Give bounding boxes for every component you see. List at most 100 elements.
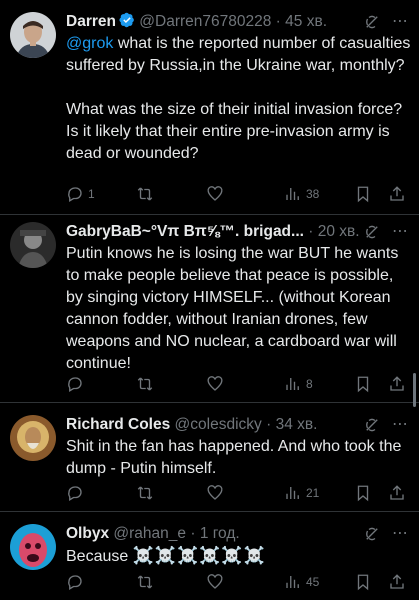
like-icon [207, 485, 223, 500]
view-count: 8 [306, 377, 313, 391]
tweet-gabrybab[interactable]: GabryBaB~°Vπ Bπ⅝™. brigad... · 20 хв. ⋯ … [0, 215, 419, 402]
views-button[interactable]: 45 [284, 572, 319, 592]
retweet-icon [137, 486, 153, 500]
grok-icon[interactable] [363, 223, 381, 241]
tweet-actions: 45 [66, 572, 409, 592]
share-button[interactable] [388, 483, 406, 503]
avatar[interactable] [10, 12, 56, 58]
share-button[interactable] [388, 374, 406, 394]
tweet-text: Shit in the fan has happened. And who to… [66, 438, 406, 477]
verified-badge-icon [119, 12, 134, 28]
tweet-timestamp[interactable]: 45 хв. [285, 13, 327, 30]
tweet-actions: 21 [66, 483, 409, 503]
reply-button[interactable] [66, 572, 84, 592]
view-count: 38 [306, 187, 320, 201]
more-icon[interactable]: ⋯ [391, 13, 409, 31]
share-button[interactable] [388, 572, 406, 592]
reply-icon [68, 486, 82, 501]
avatar[interactable] [10, 524, 56, 570]
bookmark-button[interactable] [354, 483, 372, 503]
author-name[interactable]: GabryBaB~°Vπ Bπ⅝™. brigad... [66, 223, 304, 240]
tweet-timestamp[interactable]: 1 год. [200, 525, 240, 542]
author-handle[interactable]: @rahan_e [113, 525, 186, 542]
tweet-text: Because ☠️☠️☠️☠️☠️☠️ [66, 545, 411, 568]
like-button[interactable] [206, 184, 224, 204]
share-icon [390, 485, 404, 500]
author-handle[interactable]: @colesdicky [175, 416, 262, 433]
bookmark-icon [357, 485, 369, 502]
grok-icon[interactable] [363, 416, 381, 434]
skull-emoji: ☠️☠️☠️☠️☠️☠️ [132, 546, 266, 565]
author-handle[interactable]: @Darren76780228 [139, 13, 271, 30]
tweet-timestamp[interactable]: 20 хв. [318, 223, 360, 240]
views-button[interactable]: 21 [284, 483, 319, 503]
like-button[interactable] [206, 572, 224, 592]
author-name[interactable]: Richard Coles [66, 416, 170, 433]
timeline-feed: Darren @Darren76780228 · 45 хв. ⋯ @grok … [0, 0, 419, 600]
separator-dot: · [190, 525, 196, 542]
tweet-header: GabryBaB~°Vπ Bπ⅝™. brigad... · 20 хв. [66, 221, 379, 243]
author-name[interactable]: Olbyx [66, 525, 109, 542]
bookmark-icon [357, 186, 369, 203]
tweet-actions: 1 38 [66, 184, 409, 204]
reply-button[interactable]: 1 [66, 184, 95, 204]
bookmark-icon [357, 376, 369, 393]
share-icon [390, 186, 404, 201]
tweet-header: Richard Coles @colesdicky · 34 хв. [66, 414, 409, 436]
reply-count: 1 [88, 187, 95, 201]
view-count: 21 [306, 486, 320, 500]
separator-dot: · [308, 223, 314, 240]
like-icon [207, 574, 223, 589]
grok-icon[interactable] [363, 13, 381, 31]
more-icon[interactable]: ⋯ [391, 525, 409, 543]
mention-link[interactable]: @grok [66, 35, 113, 52]
bookmark-button[interactable] [354, 184, 372, 204]
like-icon [207, 376, 223, 391]
view-count: 45 [306, 575, 320, 589]
share-button[interactable] [388, 184, 406, 204]
retweet-button[interactable] [136, 374, 154, 394]
like-icon [207, 186, 223, 201]
tweet-darren[interactable]: Darren @Darren76780228 · 45 хв. ⋯ @grok … [0, 0, 419, 216]
avatar[interactable] [10, 415, 56, 461]
tweet-timestamp[interactable]: 34 хв. [276, 416, 318, 433]
bookmark-icon [357, 574, 369, 591]
share-icon [390, 376, 404, 391]
tweet-text: Putin knows he is losing the war BUT he … [66, 245, 403, 372]
views-button[interactable]: 38 [284, 184, 319, 204]
bookmark-button[interactable] [354, 572, 372, 592]
scrollbar[interactable] [413, 373, 416, 407]
like-button[interactable] [206, 374, 224, 394]
reply-icon [68, 575, 82, 590]
views-icon [286, 188, 299, 200]
tweet-olbyx[interactable]: Olbyx @rahan_e · 1 год. ⋯ Because ☠️☠️☠️… [0, 512, 419, 600]
bookmark-button[interactable] [354, 374, 372, 394]
more-icon[interactable]: ⋯ [391, 416, 409, 434]
retweet-icon [137, 377, 153, 391]
views-icon [286, 487, 299, 499]
views-button[interactable]: 8 [284, 374, 313, 394]
avatar[interactable] [10, 222, 56, 268]
views-icon [286, 576, 299, 588]
retweet-button[interactable] [136, 572, 154, 592]
more-icon[interactable]: ⋯ [391, 223, 409, 241]
tweet-actions: 8 [66, 374, 409, 394]
retweet-button[interactable] [136, 483, 154, 503]
retweet-icon [137, 575, 153, 589]
tweet-text-content: what is the reported number of casualtie… [66, 35, 411, 162]
author-name[interactable]: Darren [66, 13, 116, 30]
like-button[interactable] [206, 483, 224, 503]
reply-icon [68, 377, 82, 392]
reply-button[interactable] [66, 483, 84, 503]
separator-dot: · [275, 13, 281, 30]
retweet-icon [137, 187, 153, 201]
share-icon [390, 574, 404, 589]
reply-button[interactable] [66, 374, 84, 394]
separator-dot: · [266, 416, 272, 433]
reply-icon [68, 187, 82, 202]
tweet-text: @grok what is the reported number of cas… [66, 33, 411, 165]
tweet-header: Olbyx @rahan_e · 1 год. [66, 523, 409, 545]
retweet-button[interactable] [136, 184, 154, 204]
grok-icon[interactable] [363, 525, 381, 543]
tweet-richard-coles[interactable]: Richard Coles @colesdicky · 34 хв. ⋯ Shi… [0, 403, 419, 510]
